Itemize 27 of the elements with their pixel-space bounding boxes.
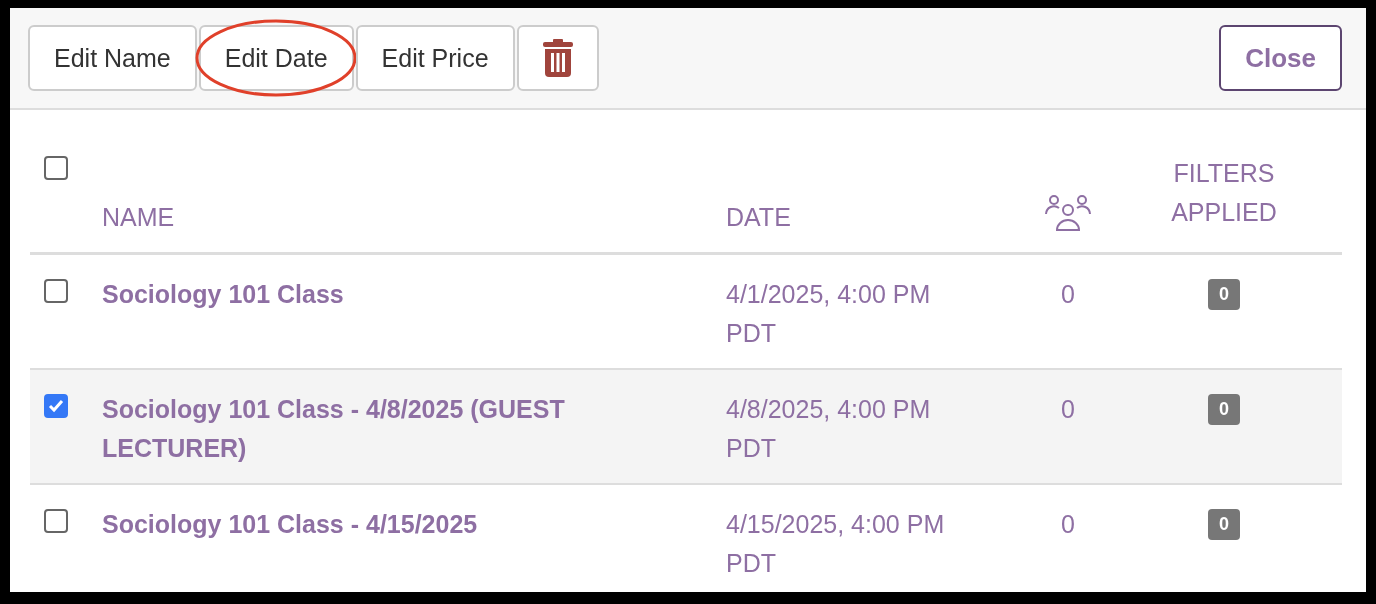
- attendee-count: 0: [1061, 394, 1075, 425]
- column-header: NAME: [102, 203, 175, 232]
- event-name-link[interactable]: Sociology 101 Class: [102, 275, 344, 314]
- event-date: 4/1/2025, 4:00 PM PDT: [726, 279, 932, 349]
- event-name-link[interactable]: Sociology 101 Class - 4/15/2025: [102, 505, 478, 544]
- column-header: FILTERS APPLIED: [1170, 158, 1278, 228]
- attendee-count: 0: [1061, 509, 1075, 540]
- event-date: 4/8/2025, 4:00 PM PDT: [726, 394, 932, 464]
- filters-count-badge: 0: [1208, 509, 1240, 540]
- people-icon: [1045, 194, 1091, 232]
- select-all-checkbox[interactable]: [44, 156, 68, 180]
- event-date: 4/15/2025, 4:00 PM PDT: [726, 509, 946, 579]
- row-checkbox[interactable]: [44, 394, 68, 418]
- event-name-link[interactable]: Sociology 101 Class - 4/8/2025 (GUEST LECTURER): [102, 390, 662, 468]
- filters-count-badge: 0: [1208, 279, 1240, 310]
- delete-button[interactable]: [516, 25, 599, 91]
- attendee-count: 0: [1061, 279, 1075, 310]
- trash-icon: [542, 39, 573, 77]
- row-checkbox[interactable]: [44, 509, 68, 533]
- filters-count-badge: 0: [1208, 394, 1240, 425]
- close-button[interactable]: Close: [1219, 25, 1342, 91]
- toolbar-button[interactable]: Edit Price: [355, 25, 515, 91]
- toolbar-button[interactable]: Edit Date: [198, 25, 354, 91]
- check-icon: [47, 397, 65, 415]
- row-checkbox[interactable]: [44, 279, 68, 303]
- column-header: DATE: [726, 203, 791, 232]
- toolbar-button[interactable]: Edit Name: [28, 25, 197, 91]
